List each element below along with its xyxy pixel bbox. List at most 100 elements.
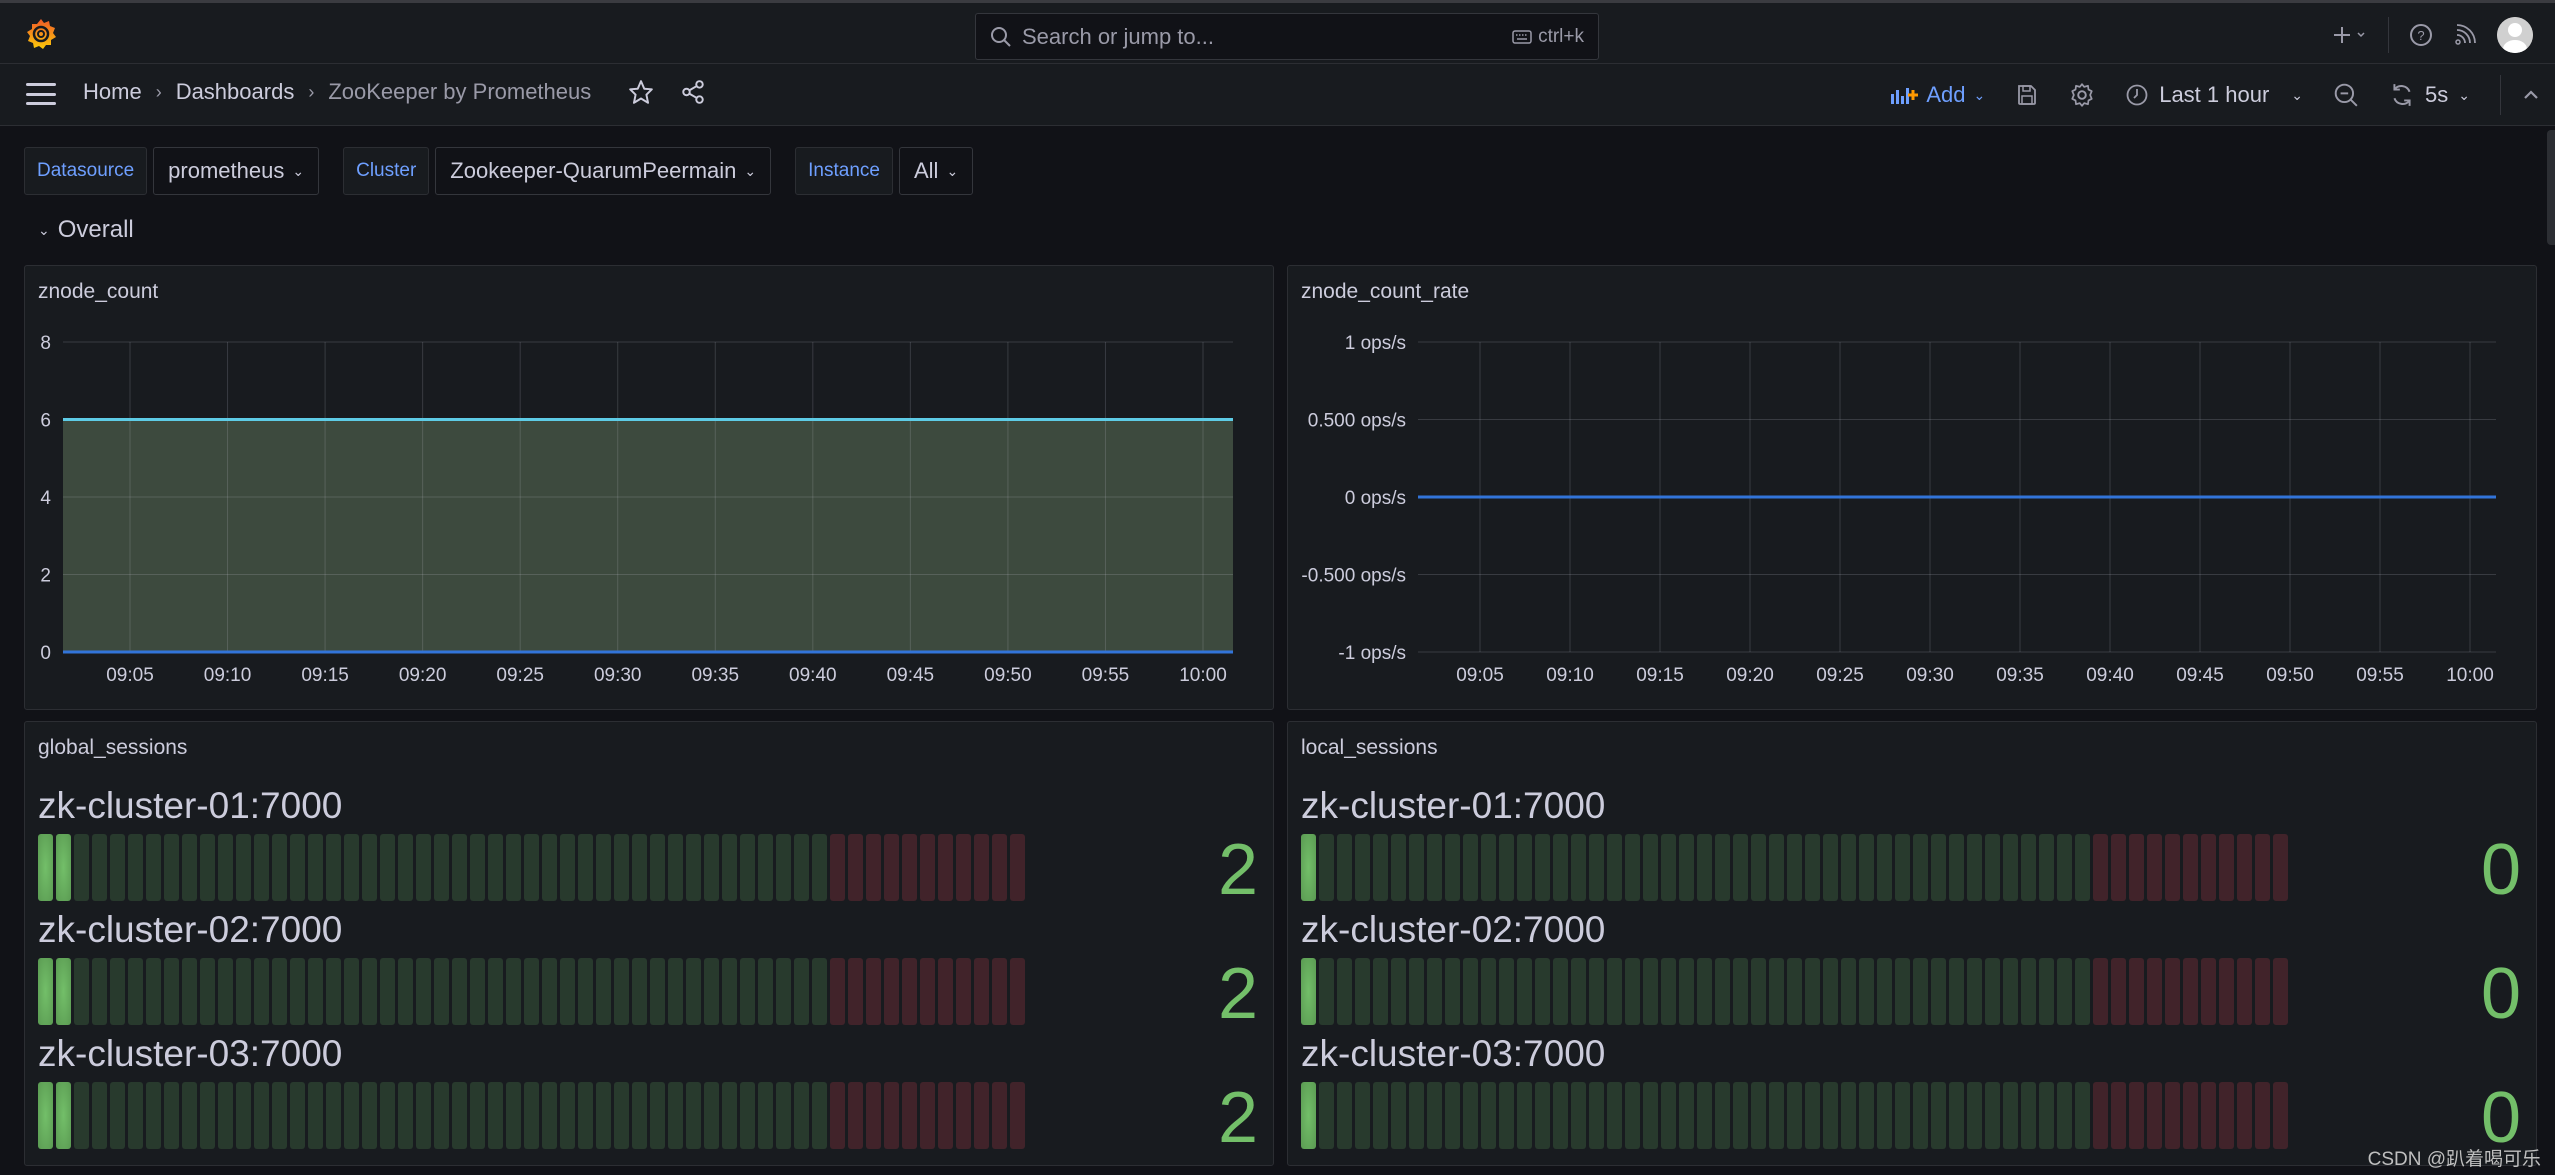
gauge-cell-red [1010, 834, 1025, 901]
gauge-cell [596, 1082, 611, 1149]
zoom-out-time-button[interactable] [2333, 82, 2359, 108]
gauge-cell [1463, 1082, 1478, 1149]
gauge-cell [1607, 958, 1622, 1025]
gauge-cell [686, 834, 701, 901]
search-bar[interactable]: Search or jump to... ctrl+k [975, 13, 1599, 60]
gauge-cell [506, 958, 521, 1025]
add-panel-button[interactable]: Add ⌄ [1890, 82, 1985, 108]
gauge-cell [218, 958, 233, 1025]
breadcrumb-home[interactable]: Home [83, 79, 142, 105]
gauge-cell-red [974, 958, 989, 1025]
menu-toggle-button[interactable] [26, 83, 56, 105]
gauge-cell [1697, 1082, 1712, 1149]
gauge-cell [1751, 1082, 1766, 1149]
new-menu-button[interactable] [2332, 24, 2368, 46]
page-scrollbar[interactable] [2547, 130, 2555, 245]
gauge-cell-red [2093, 1082, 2108, 1149]
gauge-cell-red [956, 958, 971, 1025]
gauge-cell-red [2111, 834, 2126, 901]
gauge-cell-red [2201, 1082, 2216, 1149]
cluster-select[interactable]: Zookeeper-QuarumPeermain ⌄ [435, 147, 772, 195]
gauge-cell [1913, 958, 1928, 1025]
gauge-instance-name: zk-cluster-03:7000 [38, 1033, 343, 1074]
chevron-down-icon: ⌄ [2458, 86, 2470, 103]
gauge-cell-red [2129, 834, 2144, 901]
refresh-icon [2393, 84, 2411, 106]
gauge-cell [794, 834, 809, 901]
grafana-logo-icon[interactable] [24, 17, 58, 51]
gauge-value: 0 [2480, 954, 2521, 1034]
x-tick-label: 09:25 [1816, 665, 1864, 686]
star-icon[interactable] [628, 79, 654, 105]
gauge-cell-red [2111, 1082, 2126, 1149]
gauge-cell [1895, 1082, 1910, 1149]
y-tick-label: -1 ops/s [1338, 643, 1406, 664]
gauge-cell [740, 834, 755, 901]
news-button[interactable] [2453, 23, 2477, 47]
x-tick-label: 09:50 [2266, 665, 2314, 686]
row-header-overall[interactable]: ⌄ Overall [38, 216, 134, 244]
gauge-cell [326, 1082, 341, 1149]
collapse-navbar-button[interactable] [2521, 88, 2541, 102]
refresh-picker[interactable]: 5s ⌄ [2389, 82, 2470, 108]
gauge-cell [1949, 834, 1964, 901]
chevron-down-icon: ⌄ [2291, 86, 2304, 103]
gauge-cell [722, 1082, 737, 1149]
instance-select[interactable]: All ⌄ [898, 147, 974, 195]
gauge-cell [308, 834, 323, 901]
help-button[interactable]: ? [2409, 23, 2433, 47]
gauge-cell [632, 958, 647, 1025]
gauge-cell [1589, 834, 1604, 901]
gauge-cell [434, 958, 449, 1025]
gauge-cell-red [1010, 1082, 1025, 1149]
gauge-cell [1391, 958, 1406, 1025]
gauge-cell-red [2273, 834, 2288, 901]
x-tick-label: 09:20 [399, 665, 447, 686]
save-dashboard-button[interactable] [2015, 83, 2039, 107]
search-shortcut: ctrl+k [1512, 26, 1584, 48]
panel-title: znode_count_rate [1301, 280, 1470, 303]
gauge-cell [1913, 834, 1928, 901]
gauge-cell [794, 1082, 809, 1149]
gauge-cell [110, 1082, 125, 1149]
gauge-cell [164, 1082, 179, 1149]
gauge-cell [1841, 834, 1856, 901]
panel-local-sessions[interactable]: local_sessions zk-cluster-01:7000 0 zk-clu… [1287, 721, 2537, 1166]
gauge-cell [740, 958, 755, 1025]
gauge-cell [434, 1082, 449, 1149]
row-title: Overall [57, 216, 134, 243]
gauge-cell [200, 834, 215, 901]
bar-gauge-row: zk-cluster-03:7000 2 [38, 1033, 1258, 1158]
breadcrumb-dashboards[interactable]: Dashboards [176, 79, 295, 105]
gauge-cell-red [2201, 834, 2216, 901]
gauge-cell [1535, 834, 1550, 901]
gauge-cell [1769, 958, 1784, 1025]
gauge-cell [1877, 1082, 1892, 1149]
bar-gauge-row: zk-cluster-01:7000 2 [38, 785, 1258, 910]
panel-global-sessions[interactable]: global_sessions zk-cluster-01:7000 2 zk-cl… [24, 721, 1274, 1166]
gauge-cell [2003, 834, 2018, 901]
gauge-cell [1625, 958, 1640, 1025]
panel-znode-count-rate[interactable]: -1 ops/s -0.500 ops/s 0 ops/s 0.500 ops/s 1 … [1287, 265, 2537, 710]
gauge-instance-name: zk-cluster-02:7000 [38, 909, 343, 950]
avatar[interactable] [2497, 17, 2533, 53]
gauge-cell [1967, 1082, 1982, 1149]
dashboard-settings-button[interactable] [2069, 82, 2095, 108]
gauge-cell [416, 958, 431, 1025]
gauge-cell [1535, 1082, 1550, 1149]
panel-znode-count[interactable]: 0 2 4 6 8 09:05 09:10 09:15 09:20 09:25 09:30 09:35… [24, 265, 1274, 710]
gauge-cell [614, 958, 629, 1025]
gauge-cell-red [2237, 834, 2252, 901]
gauge-cell [218, 1082, 233, 1149]
share-icon[interactable] [680, 79, 706, 105]
refresh-interval: 5s [2425, 82, 2449, 107]
gauge-cell [1571, 958, 1586, 1025]
time-picker-button[interactable]: Last 1 hour ⌄ [2125, 82, 2303, 108]
gauge-cell [1985, 958, 2000, 1025]
x-tick-label: 09:05 [1456, 665, 1504, 686]
gauge-cell [650, 834, 665, 901]
y-tick-label: 0 ops/s [1345, 488, 1406, 509]
gauge-cell-lit [56, 1082, 71, 1149]
gauge-cell-lit [1301, 1082, 1316, 1149]
datasource-select[interactable]: prometheus ⌄ [153, 147, 320, 195]
